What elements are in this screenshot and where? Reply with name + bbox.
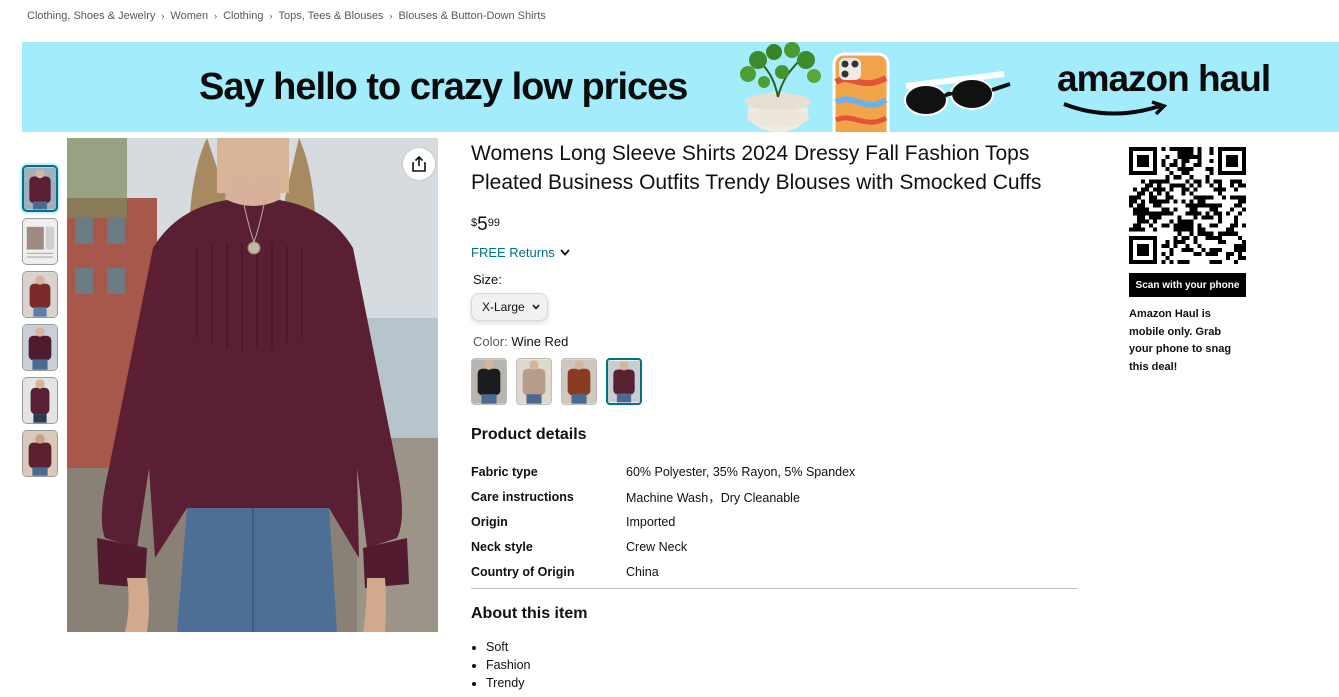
color-swatch-black[interactable]	[471, 358, 507, 405]
product-price: $ 5 99	[471, 214, 500, 236]
color-selected-value: Wine Red	[511, 334, 569, 349]
thumbnail-image[interactable]	[22, 271, 58, 318]
details-key: Care instructions	[471, 489, 574, 504]
product-details-heading: Product details	[471, 426, 587, 443]
breadcrumb-separator-icon: ›	[214, 11, 218, 21]
scan-with-phone-label: Scan with your phone	[1129, 273, 1246, 297]
section-divider	[471, 588, 1078, 589]
about-item-bullet: Soft	[486, 638, 530, 656]
details-row: Care instructions Machine Wash，Dry Clean…	[471, 484, 855, 509]
about-item-bullet: Fashion	[486, 656, 530, 674]
product-details-table: Fabric type 60% Polyester, 35% Rayon, 5%…	[471, 459, 855, 585]
thumbnail-list	[22, 165, 60, 483]
chevron-down-icon	[532, 304, 540, 310]
details-value: China	[626, 565, 659, 580]
share-button[interactable]	[403, 148, 435, 180]
breadcrumb-link-women[interactable]: Women	[170, 10, 208, 22]
details-key: Country of Origin	[471, 565, 575, 580]
amazon-smile-icon	[1063, 100, 1168, 116]
qr-code	[1129, 147, 1246, 264]
thumbnail-image[interactable]	[22, 165, 58, 212]
details-value: Crew Neck	[626, 540, 688, 555]
details-key: Origin	[471, 514, 508, 529]
main-product-image[interactable]	[67, 138, 438, 632]
about-item-list: Soft Fashion Trendy	[486, 638, 530, 692]
phone-case-icon	[832, 52, 890, 132]
breadcrumb-link-clothing-shoes-jewelry[interactable]: Clothing, Shoes & Jewelry	[27, 10, 155, 22]
price-whole: 5	[477, 214, 488, 235]
details-value: Machine Wash，Dry Cleanable	[626, 491, 800, 506]
chevron-down-icon	[560, 249, 570, 256]
qr-code-icon	[1129, 147, 1246, 264]
breadcrumb-separator-icon: ›	[269, 11, 273, 21]
sunglasses-icon	[904, 71, 1011, 116]
size-dropdown[interactable]: X-Large	[471, 293, 548, 321]
details-row: Origin Imported	[471, 509, 855, 534]
size-label: Size:	[473, 272, 502, 287]
free-returns-label: FREE Returns	[471, 245, 555, 260]
product-title: Womens Long Sleeve Shirts 2024 Dressy Fa…	[471, 142, 1042, 194]
color-swatch-khaki[interactable]	[516, 358, 552, 405]
details-key: Fabric type	[471, 464, 538, 479]
color-label-text: Color:	[473, 334, 508, 349]
size-selected-value: X-Large	[482, 300, 525, 314]
thumbnail-image[interactable]	[22, 218, 58, 265]
breadcrumb: Clothing, Shoes & Jewelry › Women › Clot…	[27, 10, 546, 22]
details-row: Fabric type 60% Polyester, 35% Rayon, 5%…	[471, 459, 855, 484]
banner-headline: Say hello to crazy low prices	[199, 66, 688, 108]
thumbnail-image[interactable]	[22, 430, 58, 477]
details-key: Neck style	[471, 540, 533, 555]
amazon-haul-logo: amazon haul	[1057, 58, 1271, 99]
color-swatch-rust[interactable]	[561, 358, 597, 405]
breadcrumb-separator-icon: ›	[389, 11, 393, 21]
free-returns-link[interactable]: FREE Returns	[471, 245, 570, 260]
breadcrumb-separator-icon: ›	[161, 11, 165, 21]
amazon-haul-note: Amazon Haul is mobile only. Grab your ph…	[1129, 308, 1232, 373]
price-fraction: 99	[487, 217, 500, 229]
breadcrumb-link-blouses-button-down[interactable]: Blouses & Button-Down Shirts	[398, 10, 545, 22]
potted-plant-icon	[740, 42, 821, 132]
details-row: Neck style Crew Neck	[471, 535, 855, 560]
details-value: Imported	[626, 514, 676, 529]
product-photo-wine-red-blouse	[67, 138, 438, 632]
details-value: 60% Polyester, 35% Rayon, 5% Spandex	[626, 464, 856, 479]
amazon-haul-banner[interactable]: Say hello to crazy low prices amazon hau…	[22, 42, 1339, 132]
color-label: Color: Wine Red	[473, 334, 568, 349]
color-swatches	[471, 358, 642, 405]
thumbnail-image[interactable]	[22, 377, 58, 424]
color-swatch-wine-red[interactable]	[606, 358, 642, 405]
breadcrumb-link-clothing[interactable]: Clothing	[223, 10, 263, 22]
details-row: Country of Origin China	[471, 560, 855, 585]
thumbnail-image[interactable]	[22, 324, 58, 371]
share-icon	[412, 155, 426, 172]
about-item-bullet: Trendy	[486, 674, 530, 692]
breadcrumb-link-tops-tees-blouses[interactable]: Tops, Tees & Blouses	[278, 10, 383, 22]
about-item-heading: About this item	[471, 605, 588, 622]
